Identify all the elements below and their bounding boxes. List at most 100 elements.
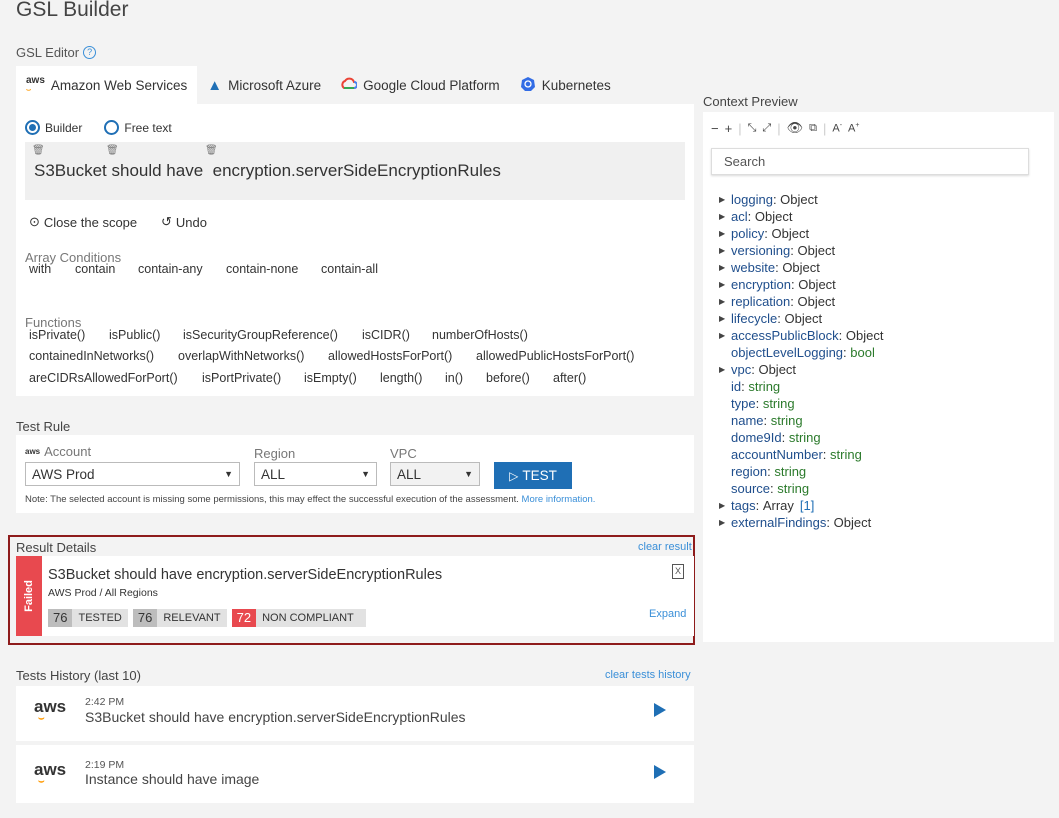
context-search-input[interactable]: Search [711, 148, 1029, 175]
condition-contain[interactable]: contain [75, 262, 115, 276]
close-scope-button[interactable]: ⊙ Close the scope [29, 214, 137, 230]
tab-gcp[interactable]: Google Cloud Platform [331, 66, 510, 104]
trash-icon[interactable]: 🗑 [205, 145, 218, 156]
tree-node-tags[interactable]: ▶ tags: Array [1] [719, 497, 883, 514]
function-item[interactable]: overlapWithNetworks() [178, 349, 304, 363]
trash-icon[interactable]: 🗑 [32, 145, 45, 156]
tab-kubernetes[interactable]: Kubernetes [510, 66, 621, 104]
function-item[interactable]: isCIDR() [362, 328, 410, 342]
tree-node-logging[interactable]: ▶ logging: Object [719, 191, 883, 208]
tree-node-encryption[interactable]: ▶ encryption: Object [719, 276, 883, 293]
rule-subject[interactable]: S3Bucket should have [34, 161, 203, 180]
tree-type: Object [780, 192, 818, 207]
font-decrease-icon[interactable]: A- [832, 122, 842, 135]
tab-azure[interactable]: ▲ Microsoft Azure [197, 66, 331, 104]
caret-right-icon[interactable]: ▶ [719, 310, 731, 327]
condition-contain-none[interactable]: contain-none [226, 262, 298, 276]
radio-unselected-icon [104, 120, 120, 135]
tree-key: region [731, 464, 768, 479]
caret-right-icon[interactable]: ▶ [719, 208, 731, 225]
expand-link[interactable]: Expand [649, 608, 686, 620]
copy-icon[interactable]: ⧉ [809, 122, 817, 135]
tree-node-policy[interactable]: ▶ policy: Object [719, 225, 883, 242]
tree-key: policy [731, 226, 765, 241]
aws-icon: aws [25, 447, 41, 456]
tree-node-vpc[interactable]: ▶ vpc: Object [719, 361, 883, 378]
tab-aws[interactable]: aws ⌣ Amazon Web Services [16, 66, 198, 104]
play-icon[interactable] [654, 703, 666, 717]
function-item[interactable]: isEmpty() [304, 371, 357, 385]
function-item[interactable]: isPortPrivate() [202, 371, 281, 385]
function-item[interactable]: before() [486, 371, 530, 385]
condition-with[interactable]: with [29, 262, 51, 276]
help-icon[interactable]: ? [83, 46, 97, 59]
context-toolbar: − + | ⤡ ⤢ | 👁 ⧉ | A- A+ [711, 120, 860, 136]
tree-node-versioning[interactable]: ▶ versioning: Object [719, 242, 883, 259]
history-rule: S3Bucket should have encryption.serverSi… [85, 709, 466, 725]
rule-property[interactable]: encryption.serverSideEncryptionRules [213, 161, 501, 180]
caret-right-icon[interactable]: ▶ [719, 276, 731, 293]
function-item[interactable]: isSecurityGroupReference() [183, 328, 338, 342]
vpc-select[interactable]: ALL ▼ [390, 462, 480, 486]
function-item[interactable]: length() [380, 371, 422, 385]
test-button[interactable]: ▷ TEST [494, 462, 572, 489]
tree-node-objectLevelLogging: objectLevelLogging: bool [731, 345, 875, 360]
clear-result-link[interactable]: clear result [638, 541, 692, 553]
region-select[interactable]: ALL ▼ [254, 462, 377, 486]
caret-right-icon[interactable]: ▶ [719, 225, 731, 242]
caret-right-icon[interactable]: ▶ [719, 361, 731, 378]
tree-node-replication[interactable]: ▶ replication: Object [719, 293, 883, 310]
function-item[interactable]: allowedHostsForPort() [328, 349, 452, 363]
tree-key: dome9Id [731, 430, 782, 445]
aws-logo-icon: aws ⌣ [34, 760, 67, 787]
tree-node-region: region: string [731, 464, 807, 479]
function-item[interactable]: allowedPublicHostsForPort() [476, 349, 634, 363]
caret-right-icon[interactable]: ▶ [719, 497, 731, 514]
history-time: 2:42 PM [85, 696, 125, 708]
tree-node-accessPublicBlock[interactable]: ▶ accessPublicBlock: Object [719, 327, 883, 344]
caret-right-icon[interactable]: ▶ [719, 191, 731, 208]
function-item[interactable]: isPublic() [109, 328, 160, 342]
expand-all-icon[interactable]: ⤢ [762, 122, 771, 135]
tree-node-externalFindings[interactable]: ▶ externalFindings: Object [719, 514, 883, 531]
tree-node-lifecycle[interactable]: ▶ lifecycle: Object [719, 310, 883, 327]
caret-right-icon[interactable]: ▶ [719, 293, 731, 310]
function-item[interactable]: in() [445, 371, 463, 385]
eye-icon[interactable]: 👁 [787, 120, 804, 136]
function-item[interactable]: containedInNetworks() [29, 349, 154, 363]
condition-contain-any[interactable]: contain-any [138, 262, 203, 276]
collapse-icon[interactable]: − [711, 121, 719, 136]
expand-icon[interactable]: + [725, 121, 733, 136]
status-label: Failed [23, 580, 35, 612]
rule-expression: S3Bucket should have encryption.serverSi… [34, 161, 501, 181]
tree-type: Object [782, 260, 820, 275]
tree-key: accountNumber [731, 447, 823, 462]
mode-selector: Builder Free text [25, 120, 172, 135]
function-item[interactable]: isPrivate() [29, 328, 85, 342]
trash-icon[interactable]: 🗑 [106, 145, 119, 156]
more-information-link[interactable]: More information. [522, 494, 596, 505]
builder-radio[interactable]: Builder [25, 120, 82, 135]
function-item[interactable]: numberOfHosts() [432, 328, 528, 342]
condition-contain-all[interactable]: contain-all [321, 262, 378, 276]
caret-right-icon[interactable]: ▶ [719, 242, 731, 259]
free-text-radio[interactable]: Free text [104, 120, 172, 135]
caret-right-icon[interactable]: ▶ [719, 259, 731, 276]
undo-button[interactable]: ↺ Undo [161, 214, 207, 230]
play-icon[interactable] [654, 765, 666, 779]
tree-node-source: source: string [731, 481, 810, 496]
caret-right-icon[interactable]: ▶ [719, 327, 731, 344]
caret-right-icon[interactable]: ▶ [719, 514, 731, 531]
function-item[interactable]: after() [553, 371, 586, 385]
export-excel-icon[interactable]: X [672, 564, 684, 579]
account-select[interactable]: AWS Prod ▼ [25, 462, 240, 486]
clear-tests-history-link[interactable]: clear tests history [605, 669, 691, 681]
dropdown-caret-icon: ▼ [361, 469, 370, 479]
azure-icon: ▲ [207, 76, 223, 94]
tree-key: logging [731, 192, 773, 207]
tree-node-website[interactable]: ▶ website: Object [719, 259, 883, 276]
function-item[interactable]: areCIDRsAllowedForPort() [29, 371, 178, 385]
collapse-all-icon[interactable]: ⤡ [748, 122, 757, 135]
font-increase-icon[interactable]: A+ [848, 122, 859, 135]
tree-node-acl[interactable]: ▶ acl: Object [719, 208, 883, 225]
